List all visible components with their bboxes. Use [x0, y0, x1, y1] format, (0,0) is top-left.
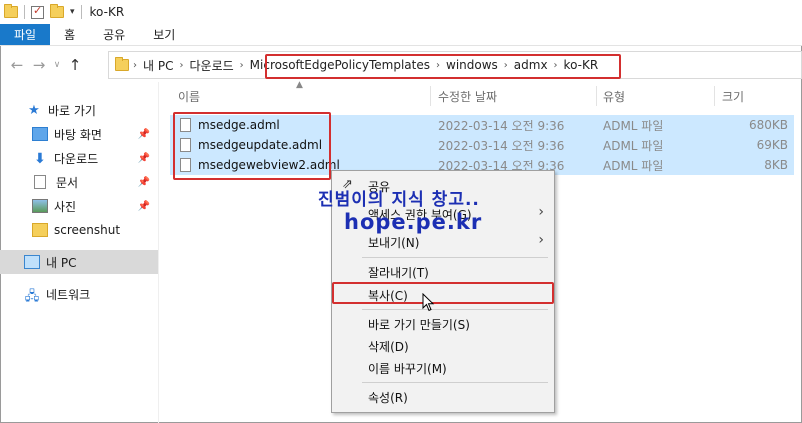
sidebar-item-network[interactable]: 🖧 네트워크: [0, 282, 158, 306]
sidebar-item-downloads[interactable]: ⬇ 다운로드 📌: [0, 146, 158, 170]
tab-file[interactable]: 파일: [0, 24, 51, 45]
file-type: ADML 파일: [603, 158, 664, 173]
file-size: 8KB: [764, 158, 788, 172]
menu-separator: [362, 309, 548, 310]
ribbon-tabs: 파일 홈 공유 보기: [0, 24, 802, 46]
menu-item-cut[interactable]: 잘라내기(T): [368, 264, 429, 281]
title-bar: ▾ ko-KR: [0, 0, 802, 24]
column-header-name[interactable]: 이름: [178, 86, 200, 106]
toolbar-divider: [24, 5, 25, 19]
folder-icon: [32, 223, 48, 237]
window-title: ko-KR: [89, 5, 125, 19]
breadcrumb-downloads[interactable]: 다운로드: [183, 57, 239, 74]
file-type: ADML 파일: [603, 138, 664, 153]
watermark-url: hope.pe.kr: [344, 210, 483, 234]
desktop-icon: [32, 127, 48, 141]
sidebar-item-label: 네트워크: [46, 287, 91, 302]
network-icon: 🖧: [24, 289, 40, 304]
sidebar-item-label: 다운로드: [54, 151, 99, 166]
chevron-right-icon: ›: [538, 232, 544, 248]
sidebar-item-screenshut[interactable]: screenshut: [0, 218, 158, 242]
menu-separator: [362, 257, 548, 258]
menu-item-properties[interactable]: 속성(R): [368, 389, 408, 406]
sidebar-item-documents[interactable]: 문서 📌: [0, 170, 158, 194]
file-date: 2022-03-14 오전 9:36: [438, 118, 565, 133]
navigation-pane: ★ 바로 가기 바탕 화면 📌 ⬇ 다운로드 📌 문서 📌 사진 📌 scree…: [0, 90, 158, 423]
column-header-size[interactable]: 크기: [722, 86, 744, 106]
watermark-text: 진범이의 지식 창고..: [318, 190, 480, 210]
mouse-cursor-icon: [422, 293, 435, 312]
breadcrumb-this-pc[interactable]: 내 PC: [137, 57, 179, 74]
sidebar-item-desktop[interactable]: 바탕 화면 📌: [0, 122, 158, 146]
column-divider[interactable]: [596, 86, 597, 106]
quick-access-dropdown-icon[interactable]: ▾: [70, 7, 75, 17]
tab-home[interactable]: 홈: [50, 24, 89, 45]
pane-divider[interactable]: [158, 82, 159, 423]
column-divider[interactable]: [714, 86, 715, 106]
pin-icon: 📌: [137, 152, 150, 164]
sort-ascending-icon: ▲: [296, 80, 303, 90]
sidebar-item-pictures[interactable]: 사진 📌: [0, 194, 158, 218]
sidebar-item-label: 사진: [54, 199, 77, 214]
download-icon: ⬇: [34, 151, 46, 167]
menu-separator: [362, 382, 548, 383]
menu-item-rename[interactable]: 이름 바꾸기(M): [368, 360, 447, 377]
pin-icon: 📌: [137, 200, 150, 212]
menu-item-send-to[interactable]: 보내기(N): [368, 234, 419, 251]
new-folder-icon[interactable]: [50, 4, 64, 18]
document-icon: [34, 175, 46, 189]
sidebar-item-label: 바로 가기: [48, 103, 96, 118]
menu-item-delete[interactable]: 삭제(D): [368, 338, 409, 355]
column-header-date[interactable]: 수정한 날짜: [438, 86, 497, 106]
sidebar-item-quick-access[interactable]: ★ 바로 가기: [0, 98, 158, 122]
toolbar-divider: [80, 5, 82, 19]
recent-locations-icon[interactable]: ∨: [50, 60, 64, 70]
folder-icon: [4, 4, 18, 18]
column-divider[interactable]: [430, 86, 431, 106]
path-highlight-box: [265, 54, 621, 79]
star-icon: ★: [28, 103, 40, 118]
tab-share[interactable]: 공유: [89, 24, 139, 45]
file-size: 680KB: [748, 118, 788, 132]
tab-view[interactable]: 보기: [139, 24, 189, 45]
pin-icon: 📌: [137, 176, 150, 188]
sidebar-item-label: 문서: [56, 175, 79, 190]
folder-icon: [115, 57, 129, 71]
files-highlight-box: [173, 112, 331, 180]
pin-icon: 📌: [137, 128, 150, 140]
sidebar-item-label: 바탕 화면: [54, 127, 102, 142]
column-header-type[interactable]: 유형: [603, 86, 625, 106]
properties-icon[interactable]: [31, 4, 44, 19]
file-date: 2022-03-14 오전 9:36: [438, 138, 565, 153]
back-arrow-icon[interactable]: ←: [6, 56, 28, 74]
sidebar-item-this-pc[interactable]: 내 PC: [0, 250, 158, 274]
this-pc-icon: [24, 255, 40, 269]
address-bar[interactable]: › 내 PC › 다운로드 › MicrosoftEdgePolicyTempl…: [108, 51, 802, 79]
navigation-bar: ← → ∨ ↑ › 내 PC › 다운로드 › MicrosoftEdgePol…: [0, 48, 802, 82]
pictures-icon: [32, 199, 48, 213]
file-type: ADML 파일: [603, 118, 664, 133]
chevron-right-icon: ›: [538, 204, 544, 220]
copy-highlight-box: [332, 282, 554, 304]
up-arrow-icon[interactable]: ↑: [64, 56, 86, 74]
menu-item-create-shortcut[interactable]: 바로 가기 만들기(S): [368, 316, 470, 333]
forward-arrow-icon[interactable]: →: [28, 56, 50, 74]
sidebar-item-label: 내 PC: [46, 255, 77, 270]
sidebar-item-label: screenshut: [54, 223, 121, 237]
file-size: 69KB: [756, 138, 788, 152]
